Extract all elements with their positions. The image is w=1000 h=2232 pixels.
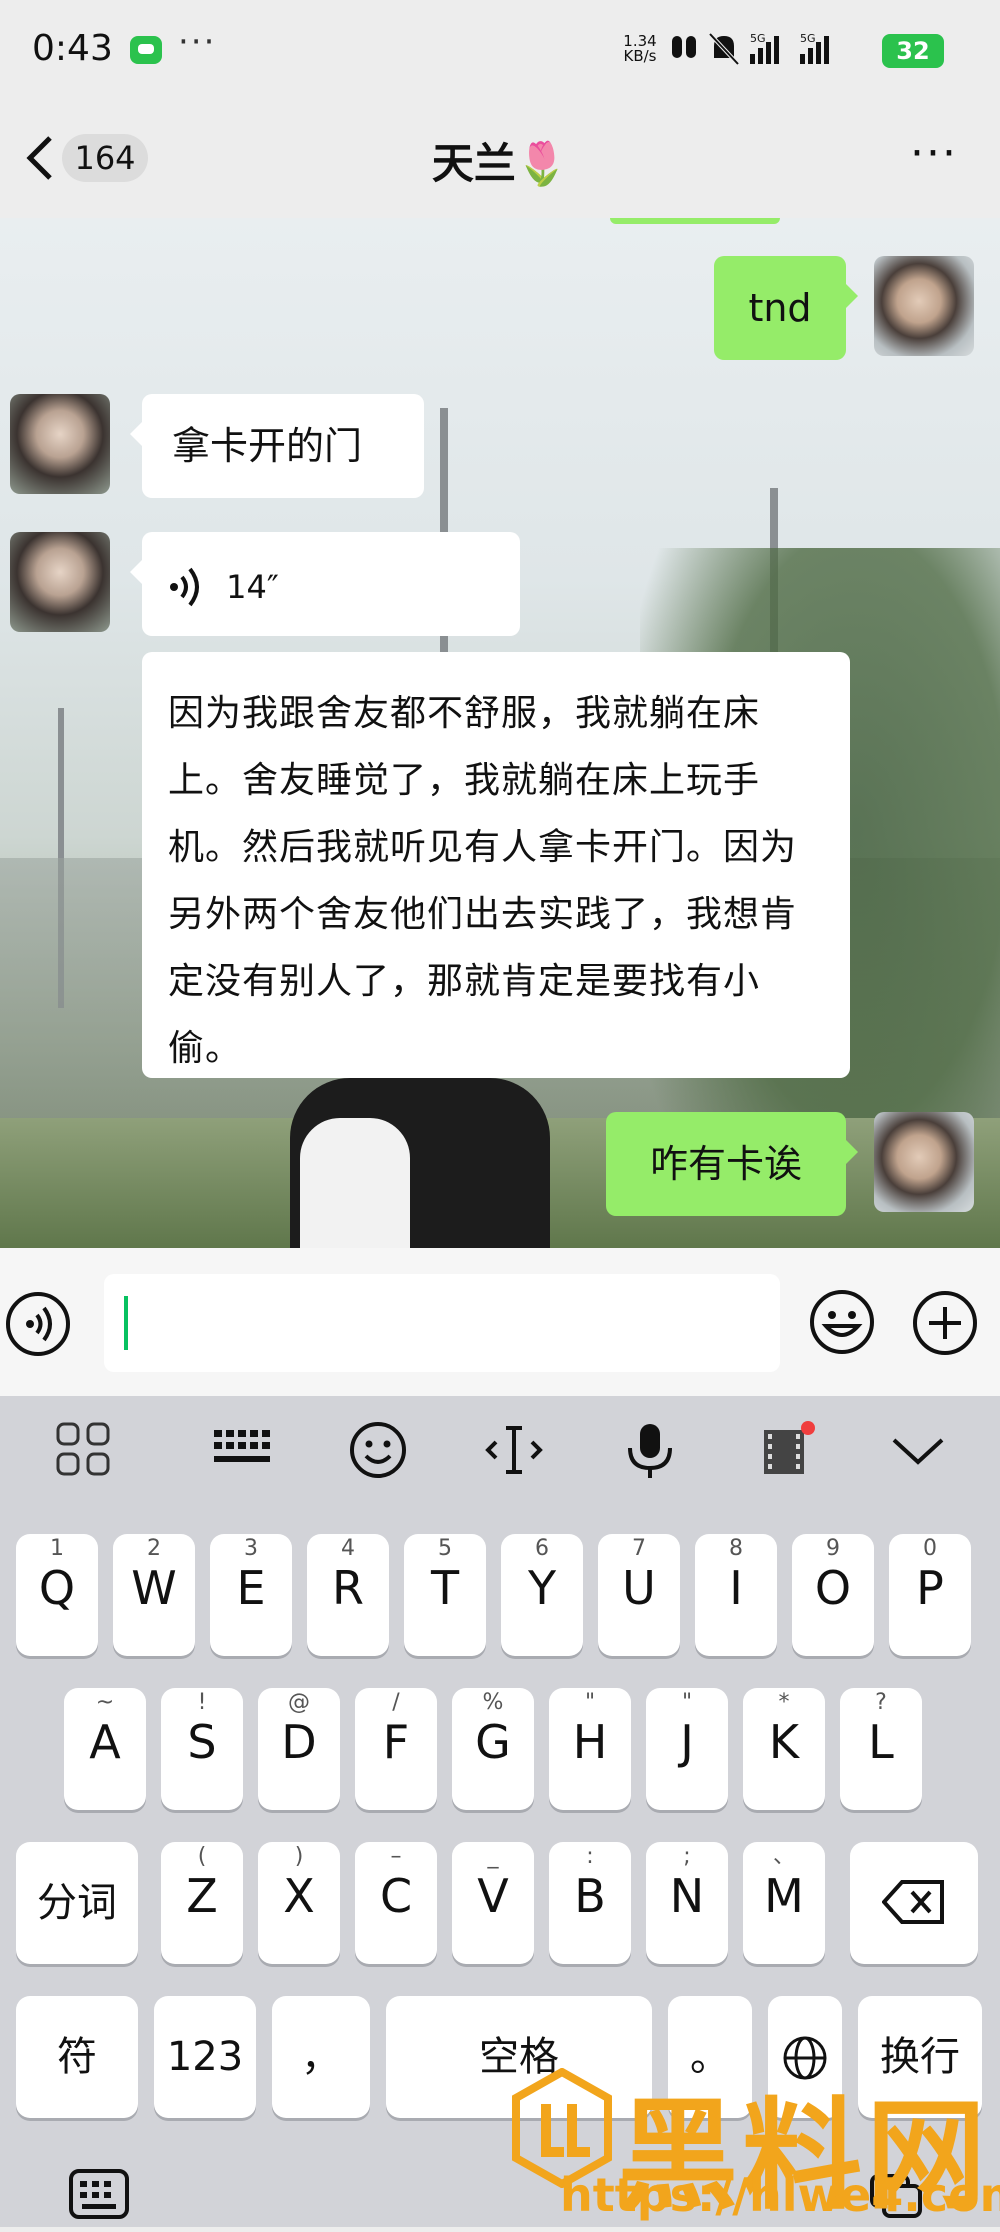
collapse-keyboard-icon[interactable] xyxy=(888,1420,948,1480)
keyboard-layout-icon[interactable] xyxy=(212,1420,272,1480)
watermark-url: https://hlwe4.com xyxy=(560,2168,1000,2222)
status-time: 0:43 xyxy=(32,28,113,69)
key-b[interactable]: :B xyxy=(549,1842,631,1964)
keyboard-row-2: ~ A ! S @ D / F % G " H " J * K ? L xyxy=(64,1688,964,1810)
key-a[interactable]: ~ A xyxy=(64,1688,146,1810)
key-i[interactable]: 8I xyxy=(695,1534,777,1656)
message-bubble-received[interactable]: 拿卡开的门 xyxy=(130,394,424,498)
key-v[interactable]: _ V xyxy=(452,1842,534,1964)
key-c[interactable]: – C xyxy=(355,1842,437,1964)
key-m[interactable]: 、 M xyxy=(743,1842,825,1964)
more-notifications-icon: ··· xyxy=(178,22,217,62)
background-person-shirt xyxy=(300,1118,410,1248)
more-options-button[interactable]: ··· xyxy=(910,128,958,179)
backspace-icon xyxy=(881,1880,944,1924)
my-avatar[interactable] xyxy=(874,256,974,356)
key-s[interactable]: ! S xyxy=(161,1688,243,1810)
voice-message-bubble[interactable]: 14″ xyxy=(130,532,520,636)
key-w[interactable]: 2W xyxy=(113,1534,195,1656)
my-avatar[interactable] xyxy=(874,1112,974,1212)
key-p[interactable]: 0P xyxy=(889,1534,971,1656)
svg-text:5G: 5G xyxy=(800,32,816,45)
key-k[interactable]: * K xyxy=(743,1688,825,1810)
earbuds-icon xyxy=(672,36,696,58)
message-bubble-sent[interactable]: 咋有卡诶 xyxy=(606,1112,858,1216)
key-z[interactable]: (Z xyxy=(161,1842,243,1964)
svg-text:5G: 5G xyxy=(750,32,766,45)
battery-icon: 32 xyxy=(882,34,944,68)
cursor-move-icon[interactable] xyxy=(484,1420,544,1480)
key-comma[interactable]: ， xyxy=(272,1996,370,2118)
message-notification-icon xyxy=(130,36,162,64)
status-icons: 5G 5G xyxy=(672,32,829,66)
message-bubble-sent[interactable]: tnd xyxy=(714,256,858,360)
key-t[interactable]: 5T xyxy=(404,1534,486,1656)
keyboard-switch-icon[interactable] xyxy=(68,2168,130,2220)
previous-bubble-edge xyxy=(610,218,780,224)
key-u[interactable]: 7U xyxy=(598,1534,680,1656)
emoji-button[interactable] xyxy=(808,1288,876,1356)
voice-input-button[interactable] xyxy=(6,1292,70,1356)
key-segment[interactable]: 分词 xyxy=(16,1842,138,1964)
net-speed: 1.34 KB/s xyxy=(623,32,657,65)
apps-grid-icon[interactable] xyxy=(54,1420,114,1480)
key-e[interactable]: 3E xyxy=(210,1534,292,1656)
key-j[interactable]: " J xyxy=(646,1688,728,1810)
key-symbols[interactable]: 符 xyxy=(16,1996,138,2118)
key-n[interactable]: ; N xyxy=(646,1842,728,1964)
contact-avatar[interactable] xyxy=(10,394,110,494)
key-x[interactable]: ) X xyxy=(258,1842,340,1964)
message-input[interactable] xyxy=(104,1274,780,1372)
plus-button[interactable] xyxy=(912,1290,978,1356)
text-cursor xyxy=(124,1296,128,1350)
contact-avatar[interactable] xyxy=(10,532,110,632)
video-clip-icon[interactable] xyxy=(756,1420,816,1480)
signal-icon-2: 5G xyxy=(800,32,829,64)
contact-name: 天兰🌷 xyxy=(431,139,569,188)
voice-icon xyxy=(26,1306,52,1342)
key-d[interactable]: @ D xyxy=(258,1688,340,1810)
emoji-keyboard-icon[interactable] xyxy=(348,1420,408,1480)
key-numbers[interactable]: 123 xyxy=(154,1996,256,2118)
key-o[interactable]: 9O xyxy=(792,1534,874,1656)
key-h[interactable]: " H xyxy=(549,1688,631,1810)
keyboard-row-3: 分词 (Z ) X – C _ V :B ; N 、 M xyxy=(16,1842,998,1964)
voice-wave-icon xyxy=(170,567,199,606)
message-bubble-received-long[interactable]: 因为我跟舍友都不舒服，我就躺在床上。舍友睡觉了，我就躺在床上玩手机。然后我就听见… xyxy=(142,652,850,1078)
microphone-icon[interactable] xyxy=(620,1420,680,1480)
mute-bell-icon xyxy=(708,32,740,66)
key-g[interactable]: % G xyxy=(452,1688,534,1810)
key-q[interactable]: 1Q xyxy=(16,1534,98,1656)
key-l[interactable]: ? L xyxy=(840,1688,922,1810)
keyboard-row-1: 1Q 2W 3E 4R 5T 6Y 7U 8I 9O 0P xyxy=(16,1534,998,1656)
key-backspace[interactable] xyxy=(850,1842,978,1964)
key-r[interactable]: 4R xyxy=(307,1534,389,1656)
key-y[interactable]: 6Y xyxy=(501,1534,583,1656)
signal-icon-1: 5G xyxy=(750,32,779,64)
key-f[interactable]: / F xyxy=(355,1688,437,1810)
